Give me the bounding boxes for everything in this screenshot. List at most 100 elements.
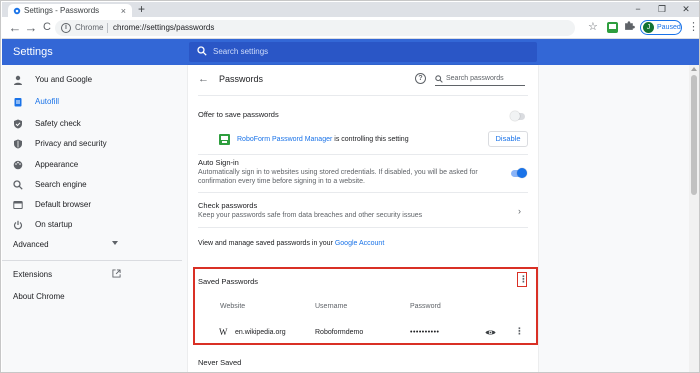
search-placeholder: Search settings — [213, 47, 269, 56]
sidebar-item-label: On startup — [35, 220, 73, 229]
new-tab-button[interactable]: + — [138, 3, 145, 16]
column-header-username: Username — [315, 303, 348, 310]
saved-passwords-menu-icon[interactable]: ⋮ — [519, 275, 528, 284]
shield-check-icon — [14, 119, 22, 129]
sidebar-item-label: Appearance — [35, 160, 79, 169]
google-account-link[interactable]: Google Account — [335, 240, 384, 247]
wikipedia-favicon: W — [219, 327, 228, 337]
sidebar-item-label: Search engine — [35, 180, 87, 189]
sidebar-item-label: Autofill — [35, 97, 60, 106]
search-icon — [13, 180, 23, 190]
external-link-icon[interactable] — [112, 269, 121, 278]
sidebar-divider — [2, 260, 182, 261]
never-saved-title: Never Saved — [198, 358, 242, 367]
page-title: Passwords — [219, 74, 264, 84]
auto-signin-desc-1: Automatically sign in to websites using … — [198, 169, 478, 176]
saved-password: •••••••••• — [410, 329, 440, 336]
site-info-icon[interactable]: i — [61, 23, 71, 33]
offer-to-save-toggle[interactable] — [510, 111, 525, 121]
saved-username: Roboformdemo — [315, 329, 364, 336]
divider — [198, 192, 528, 193]
sidebar-advanced[interactable]: Advanced — [13, 239, 49, 251]
disable-button[interactable]: Disable — [488, 131, 528, 147]
search-settings-input[interactable]: Search settings — [189, 42, 537, 62]
passwords-card: ← Passwords ? Search passwords Offer to … — [188, 65, 538, 372]
reload-button[interactable]: C — [38, 19, 56, 37]
divider — [198, 227, 528, 228]
tab-strip: Settings - Passwords × + − ❐ ✕ — [2, 2, 699, 18]
sidebar-item-label: Privacy and security — [35, 139, 107, 148]
address-bar[interactable]: i Chrome chrome://settings/passwords — [55, 20, 575, 36]
extensions-puzzle-icon[interactable] — [624, 20, 635, 31]
column-header-password: Password — [410, 303, 441, 310]
roboform-logo-icon — [219, 134, 230, 145]
minimize-button[interactable]: − — [626, 2, 650, 17]
manage-prefix: View and manage saved passwords in your — [198, 240, 335, 247]
back-arrow-icon[interactable]: ← — [198, 73, 209, 85]
scroll-up-arrow-icon[interactable] — [691, 67, 697, 71]
restore-button[interactable]: ❐ — [650, 2, 674, 17]
sidebar-item-safety-check[interactable]: Safety check — [2, 115, 182, 133]
site-label: Chrome — [75, 23, 104, 32]
settings-sidebar: You and Google Autofill Safety check Pri… — [2, 65, 182, 372]
password-row-menu-icon[interactable]: ⋮ — [515, 327, 524, 336]
palette-icon — [13, 160, 23, 170]
roboform-extension-icon[interactable] — [607, 22, 618, 33]
tab-settings-passwords[interactable]: Settings - Passwords × — [8, 4, 132, 18]
manage-passwords-text: View and manage saved passwords in your … — [198, 239, 384, 249]
power-icon — [13, 220, 23, 230]
roboform-control-note: RoboForm Password Manager is controlling… — [237, 135, 409, 145]
toggle-knob — [510, 111, 520, 121]
profile-status: Paused — [657, 24, 681, 31]
roboform-note-suffix: is controlling this setting — [332, 136, 409, 143]
saved-passwords-title: Saved Passwords — [198, 277, 259, 286]
shield-icon — [14, 139, 22, 149]
bookmark-star-icon[interactable]: ☆ — [588, 21, 598, 33]
divider — [198, 95, 528, 96]
sidebar-item-you-and-google[interactable]: You and Google — [2, 71, 182, 89]
profile-button[interactable]: J Paused — [640, 20, 682, 35]
search-passwords-input[interactable]: Search passwords — [435, 73, 525, 86]
browser-toolbar: ← → C i Chrome chrome://settings/passwor… — [2, 17, 699, 39]
tab-close-icon[interactable]: × — [121, 5, 126, 17]
auto-signin-toggle[interactable] — [511, 168, 527, 178]
toggle-knob — [517, 168, 527, 178]
search-passwords-placeholder: Search passwords — [446, 75, 504, 82]
settings-title: Settings — [13, 46, 53, 58]
sidebar-item-extensions[interactable]: Extensions — [13, 269, 52, 281]
settings-content: You and Google Autofill Safety check Pri… — [2, 65, 699, 372]
sidebar-item-default-browser[interactable]: Default browser — [2, 196, 182, 214]
sidebar-item-on-startup[interactable]: On startup — [2, 216, 182, 234]
roboform-link[interactable]: RoboForm Password Manager — [237, 136, 332, 143]
sidebar-item-privacy-and-security[interactable]: Privacy and security — [2, 135, 182, 153]
tab-title: Settings - Passwords — [24, 6, 100, 15]
address-separator — [107, 23, 108, 33]
sidebar-item-autofill[interactable]: Autofill — [2, 93, 182, 111]
sidebar-item-about-chrome[interactable]: About Chrome — [13, 291, 65, 303]
close-window-button[interactable]: ✕ — [674, 2, 698, 17]
scrollbar-thumb[interactable] — [691, 75, 697, 195]
show-password-eye-icon[interactable] — [485, 328, 496, 337]
settings-gear-icon — [13, 7, 21, 15]
divider — [198, 154, 528, 155]
check-passwords-desc: Keep your passwords safe from data breac… — [198, 212, 423, 219]
settings-header: Settings Search settings — [2, 39, 699, 65]
check-passwords-label[interactable]: Check passwords — [198, 201, 257, 211]
chevron-right-icon[interactable]: › — [518, 206, 521, 216]
page-scrollbar[interactable] — [689, 65, 699, 372]
auto-signin-label: Auto Sign-in — [198, 158, 239, 167]
sidebar-item-label: Safety check — [35, 119, 81, 128]
browser-icon — [13, 201, 23, 209]
sidebar-item-label: Default browser — [35, 200, 92, 209]
chrome-menu-icon[interactable]: ⋮ — [688, 21, 699, 33]
avatar: J — [643, 22, 654, 33]
url-text[interactable]: chrome://settings/passwords — [113, 22, 214, 34]
sidebar-item-appearance[interactable]: Appearance — [2, 156, 182, 174]
help-icon[interactable]: ? — [415, 73, 426, 84]
auto-signin-desc-2: confirmation every time before signing i… — [198, 178, 365, 185]
sidebar-item-search-engine[interactable]: Search engine — [2, 176, 182, 194]
saved-website: en.wikipedia.org — [235, 329, 286, 336]
sidebar-item-label: You and Google — [35, 75, 93, 84]
clipboard-icon — [14, 98, 22, 107]
chevron-down-icon[interactable] — [112, 241, 118, 245]
